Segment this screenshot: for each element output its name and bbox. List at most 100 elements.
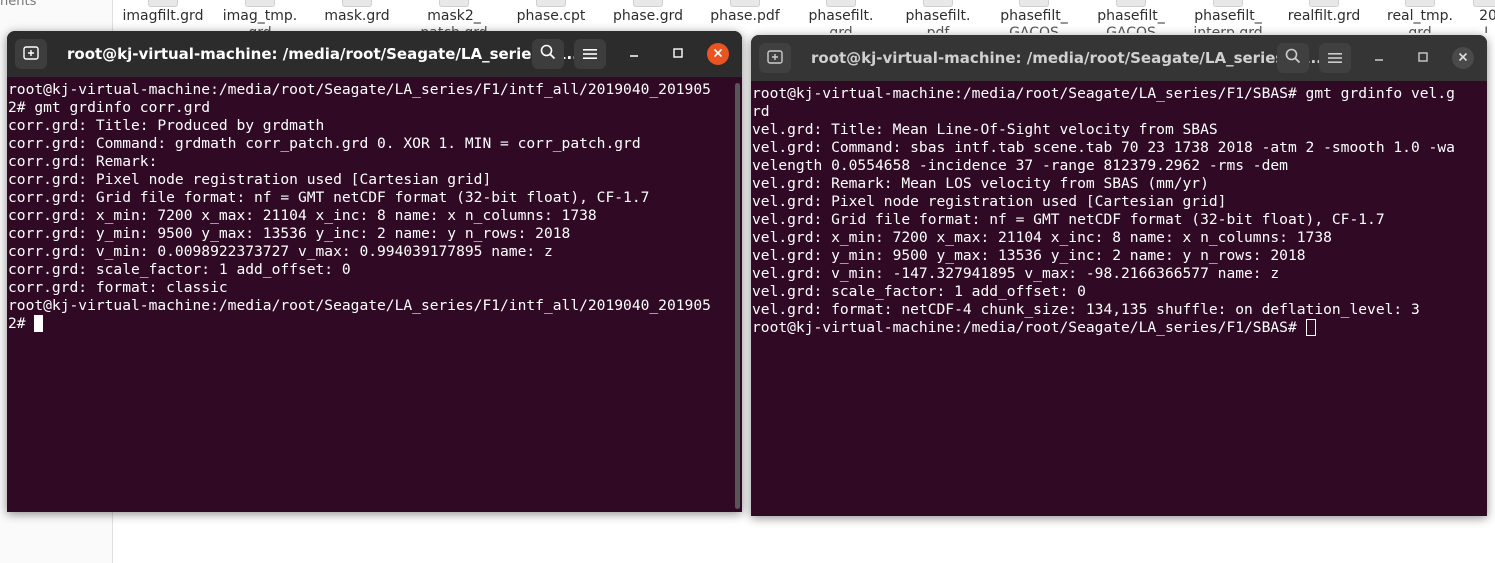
file-icon [342, 0, 372, 7]
file-name: phase.pdf [710, 8, 780, 24]
file-icon [826, 0, 856, 7]
file-name: phase.grd [613, 8, 683, 24]
minimize-button[interactable] [623, 43, 645, 65]
terminal-line: vel.grd: Remark: Mean LOS velocity from … [752, 175, 1209, 192]
terminal-line: root@kj-virtual-machine:/media/root/Seag… [8, 81, 711, 98]
minimize-icon [629, 46, 639, 62]
file-icon [1405, 0, 1435, 7]
file-item[interactable]: imagfilt.grd [113, 0, 213, 33]
file-item[interactable]: phase.cpt [501, 0, 601, 33]
new-tab-button[interactable] [759, 43, 791, 73]
terminal-line: velength 0.0554658 -incidence 37 -range … [752, 157, 1288, 174]
maximize-icon [1418, 50, 1428, 66]
prompt-text: 2# [8, 315, 35, 332]
new-tab-icon [767, 49, 783, 68]
terminal-line: rd [752, 103, 770, 120]
new-tab-icon [23, 45, 39, 64]
hamburger-menu-icon [1328, 49, 1342, 68]
file-icon [730, 0, 760, 7]
terminal-line: corr.grd: scale_factor: 1 add_offset: 0 [8, 261, 351, 278]
file-item[interactable]: phasefilt_ GACOS [1081, 0, 1181, 33]
file-name-continued: GACOS [1106, 25, 1156, 33]
file-name-continued [1274, 25, 1374, 33]
file-icon [148, 0, 178, 7]
terminal-line: vel.grd: format: netCDF-4 chunk_size: 13… [752, 301, 1420, 318]
file-item[interactable]: imag_tmp. grd [210, 0, 310, 33]
file-item[interactable]: phase.pdf [695, 0, 795, 33]
terminal-line: 2# gmt grdinfo corr.grd [8, 99, 211, 116]
terminal-line: vel.grd: Command: sbas intf.tab scene.ta… [752, 139, 1455, 156]
text-cursor [1305, 319, 1316, 336]
search-button[interactable] [532, 39, 564, 69]
file-icon [1019, 0, 1049, 7]
close-button[interactable] [707, 43, 729, 65]
terminal-line: vel.grd: Title: Mean Line-Of-Sight veloc… [752, 121, 1218, 138]
close-icon [713, 46, 723, 62]
file-name: phasefilt. [905, 8, 971, 24]
file-name: phasefilt_ [1194, 8, 1262, 24]
terminal-line: vel.grd: Grid file format: nf = GMT netC… [752, 211, 1385, 228]
file-item[interactable]: phasefilt. grd [791, 0, 891, 33]
minimize-button[interactable] [1368, 47, 1390, 69]
search-icon [1285, 48, 1301, 68]
menu-button[interactable] [1319, 43, 1351, 73]
search-button[interactable] [1277, 43, 1309, 73]
terminal-window-left[interactable]: root@kj-virtual-machine: /media/root/Sea… [7, 31, 742, 512]
file-name: phasefilt. [808, 8, 874, 24]
terminal-prompt-line[interactable]: root@kj-virtual-machine:/media/root/Seag… [752, 319, 1487, 337]
maximize-button[interactable] [1412, 47, 1434, 69]
file-name: imagfilt.grd [122, 8, 204, 24]
window-title: root@kj-virtual-machine: /media/root/Sea… [811, 49, 1328, 67]
maximize-button[interactable] [667, 43, 689, 65]
file-name: imag_tmp. [222, 8, 298, 24]
scrollbar[interactable] [735, 83, 740, 509]
terminal-window-right[interactable]: root@kj-virtual-machine: /media/root/Sea… [751, 35, 1487, 516]
text-cursor [34, 315, 44, 332]
window-title: root@kj-virtual-machine: /media/root/Sea… [67, 45, 584, 63]
terminal-prompt-line[interactable]: 2# [8, 315, 742, 333]
close-button[interactable] [1452, 47, 1474, 69]
terminal-line: vel.grd: y_min: 9500 y_max: 13536 y_inc:… [752, 247, 1306, 264]
hamburger-menu-icon [583, 45, 597, 64]
file-item[interactable]: 20 L [1438, 0, 1495, 33]
menu-button[interactable] [574, 39, 606, 69]
file-name-continued: GACOS [1009, 25, 1059, 33]
terminal-line: vel.grd: Pixel node registration used [C… [752, 193, 1227, 210]
file-name: 20 [1479, 8, 1495, 24]
file-item[interactable]: realfilt.grd [1274, 0, 1374, 33]
terminal-line: root@kj-virtual-machine:/media/root/Seag… [752, 85, 1455, 102]
terminal-line: corr.grd: Remark: [8, 153, 158, 170]
close-icon [1458, 50, 1468, 66]
file-name: mask.grd [324, 8, 390, 24]
terminal-titlebar[interactable]: root@kj-virtual-machine: /media/root/Sea… [7, 31, 742, 77]
terminal-line: vel.grd: v_min: -147.327941895 v_max: -9… [752, 265, 1280, 282]
terminal-output[interactable]: root@kj-virtual-machine:/media/root/Seag… [7, 77, 742, 512]
file-icon [1309, 0, 1339, 7]
file-item[interactable]: phasefilt. pdf [888, 0, 988, 33]
file-name-continued: grd [829, 25, 853, 33]
file-name-continued: L [1484, 25, 1492, 33]
file-item[interactable]: phasefilt_ interp.grd [1178, 0, 1278, 33]
file-icon [923, 0, 953, 7]
file-item[interactable]: phasefilt_ GACOS [984, 0, 1084, 33]
terminal-line: root@kj-virtual-machine:/media/root/Seag… [8, 297, 711, 314]
new-tab-button[interactable] [15, 39, 47, 69]
file-item[interactable]: mask2_ patch.grd [404, 0, 504, 33]
file-item[interactable]: mask.grd [307, 0, 407, 33]
terminal-line: corr.grd: x_min: 7200 x_max: 21104 x_inc… [8, 207, 597, 224]
terminal-output[interactable]: root@kj-virtual-machine:/media/root/Seag… [751, 81, 1487, 516]
terminal-line: corr.grd: Pixel node registration used [… [8, 171, 492, 188]
file-name: phasefilt_ [1097, 8, 1165, 24]
file-icon [245, 0, 275, 7]
file-name: phase.cpt [516, 8, 586, 24]
file-icon [439, 0, 469, 7]
terminal-line: vel.grd: scale_factor: 1 add_offset: 0 [752, 283, 1086, 300]
file-name: mask2_ [427, 8, 481, 24]
file-name: phasefilt_ [1000, 8, 1068, 24]
file-name: realfilt.grd [1287, 8, 1361, 24]
terminal-line: corr.grd: Grid file format: nf = GMT net… [8, 189, 650, 206]
file-item[interactable]: phase.grd [598, 0, 698, 33]
terminal-titlebar[interactable]: root@kj-virtual-machine: /media/root/Sea… [751, 35, 1487, 81]
file-icon [536, 0, 566, 7]
sidebar-item-label[interactable]: nents [0, 0, 36, 9]
